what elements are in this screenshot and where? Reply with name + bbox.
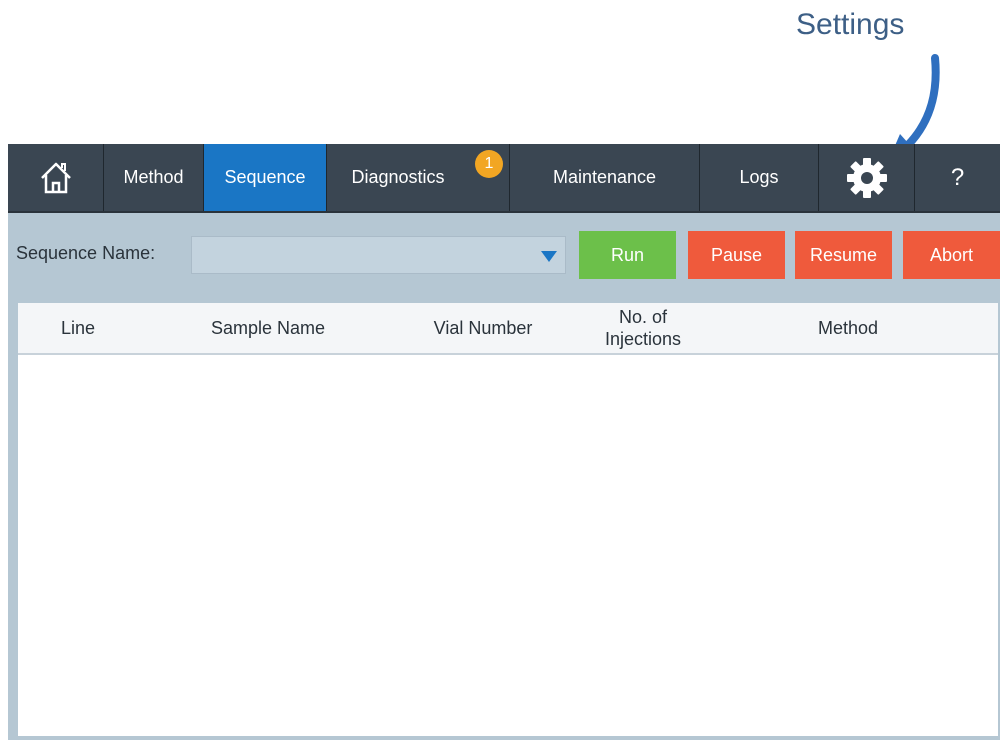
abort-button[interactable]: Abort bbox=[903, 231, 1000, 279]
column-header-vial-number[interactable]: Vial Number bbox=[413, 303, 553, 353]
sequence-table: Line Sample Name Vial Number No. of Inje… bbox=[18, 303, 998, 736]
tab-home[interactable] bbox=[8, 144, 104, 211]
table-header: Line Sample Name Vial Number No. of Inje… bbox=[18, 303, 998, 355]
tab-help[interactable]: ? bbox=[915, 144, 1000, 211]
top-navigation: Method Sequence Diagnostics 1 Maintenanc… bbox=[8, 144, 1000, 213]
tab-settings[interactable] bbox=[819, 144, 915, 211]
tab-maintenance[interactable]: Maintenance bbox=[510, 144, 700, 211]
tab-logs[interactable]: Logs bbox=[700, 144, 819, 211]
column-header-sample-name[interactable]: Sample Name bbox=[178, 303, 358, 353]
dropdown-caret-icon bbox=[541, 251, 557, 262]
home-icon bbox=[40, 162, 71, 193]
sequence-name-label: Sequence Name: bbox=[16, 243, 156, 263]
sequence-name-dropdown[interactable] bbox=[191, 236, 566, 274]
tab-sequence[interactable]: Sequence bbox=[204, 144, 327, 211]
tab-method[interactable]: Method bbox=[104, 144, 204, 211]
run-button[interactable]: Run bbox=[579, 231, 676, 279]
notification-badge: 1 bbox=[475, 150, 503, 178]
tab-diagnostics-label: Diagnostics bbox=[351, 167, 445, 187]
gear-icon bbox=[846, 157, 887, 198]
column-header-injections[interactable]: No. of Injections bbox=[583, 303, 703, 353]
settings-callout-label: Settings bbox=[796, 8, 905, 41]
sequence-toolbar: Sequence Name: Run Pause Resume Abort bbox=[8, 211, 1000, 301]
table-body[interactable] bbox=[18, 355, 998, 736]
column-header-method[interactable]: Method bbox=[778, 303, 918, 353]
pause-button[interactable]: Pause bbox=[688, 231, 785, 279]
resume-button[interactable]: Resume bbox=[795, 231, 892, 279]
column-header-line[interactable]: Line bbox=[18, 303, 138, 353]
tab-diagnostics[interactable]: Diagnostics 1 bbox=[327, 144, 510, 211]
app-window: Method Sequence Diagnostics 1 Maintenanc… bbox=[8, 144, 1000, 740]
